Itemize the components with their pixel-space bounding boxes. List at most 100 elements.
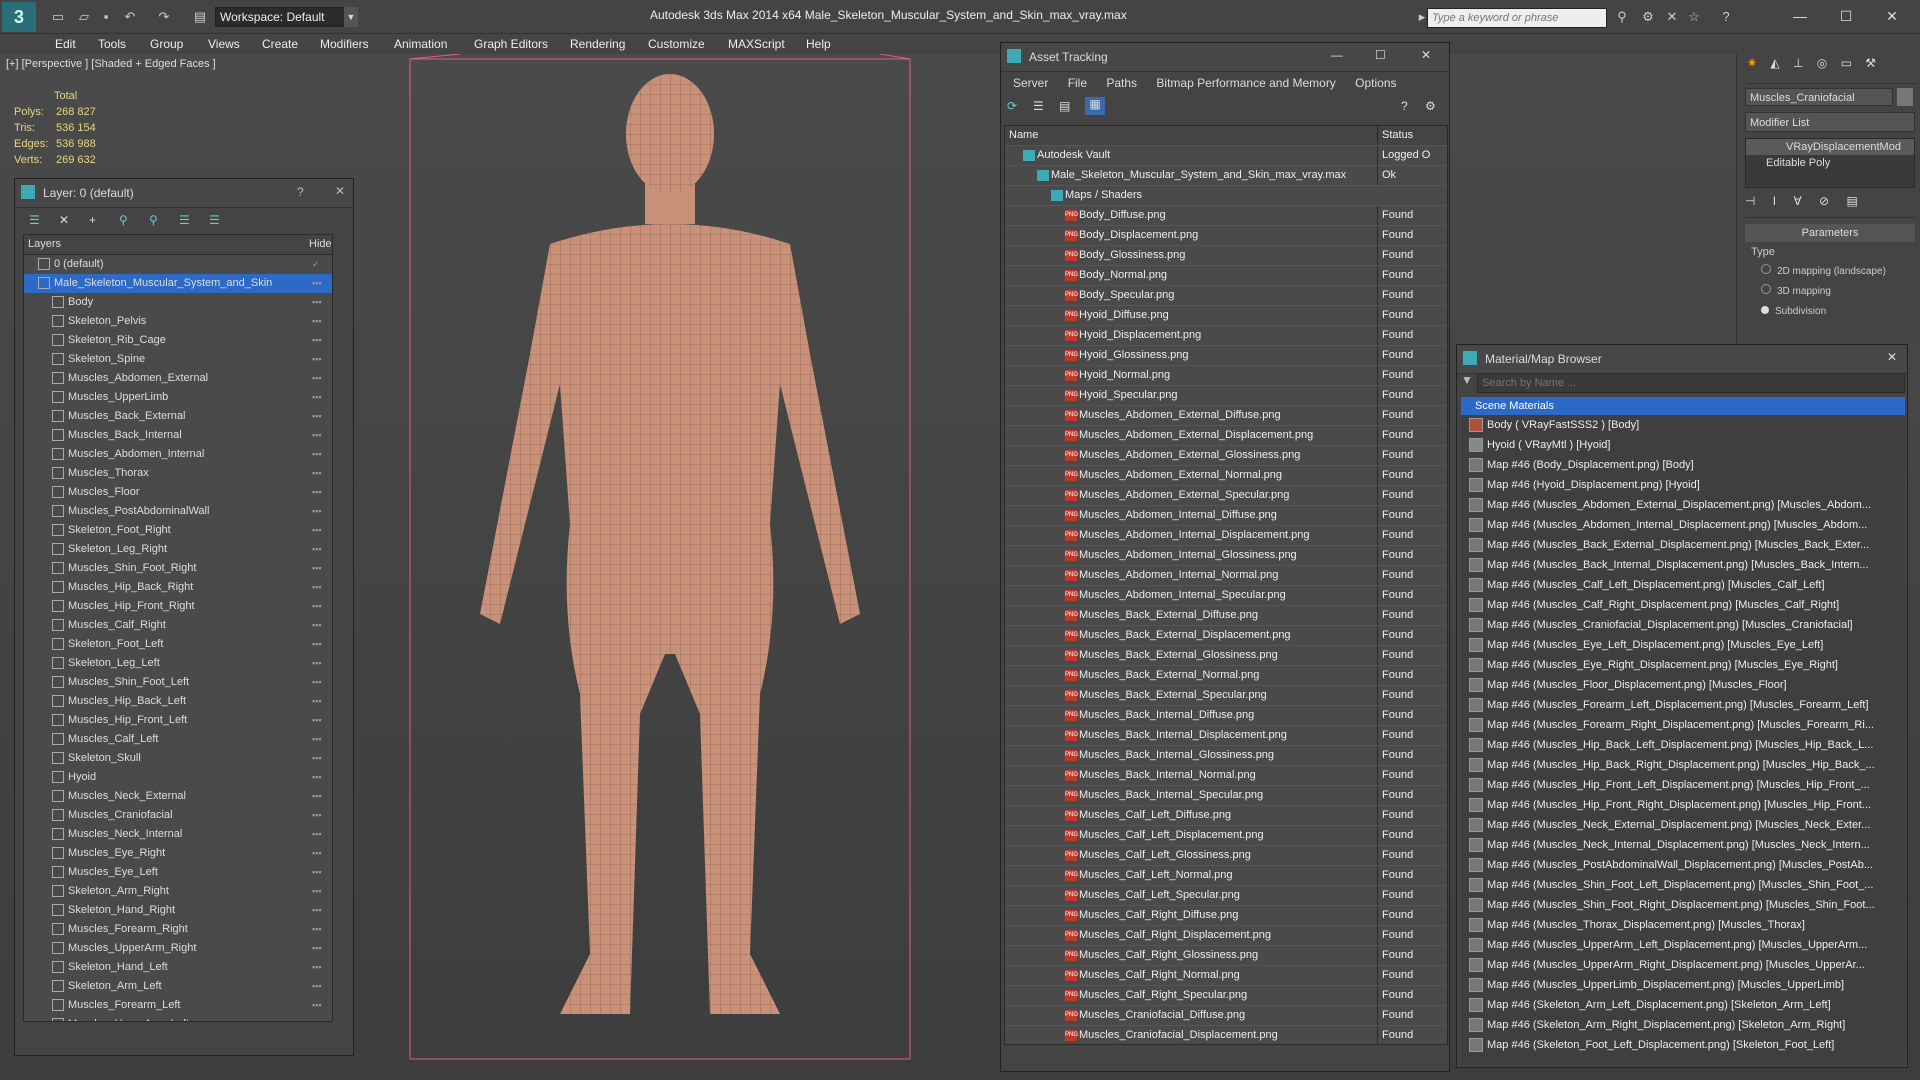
save-icon[interactable]: ▪ (98, 9, 114, 25)
pin-stack-icon[interactable]: ⊣ (1745, 194, 1755, 208)
hide-toggle-icon[interactable]: ▪▪▪ (312, 502, 322, 521)
asset-row[interactable]: PNGHyoid_Glossiness.png Found (1005, 346, 1447, 366)
asset-menu-server[interactable]: Server (1013, 76, 1048, 90)
material-item[interactable]: Map #46 (Muscles_PostAbdominalWall_Displ… (1461, 855, 1905, 875)
hide-toggle-icon[interactable]: ▪▪▪ (312, 464, 322, 483)
utilities-tab-icon[interactable]: ⚒ (1865, 56, 1876, 70)
material-item[interactable]: Map #46 (Muscles_Abdomen_External_Displa… (1461, 495, 1905, 515)
freeze-all-icon[interactable]: ☰ (209, 213, 220, 227)
hide-toggle-icon[interactable]: ▪▪▪ (312, 768, 322, 787)
material-item[interactable]: Map #46 (Muscles_Back_Internal_Displacem… (1461, 555, 1905, 575)
asset-row[interactable]: PNGBody_Glossiness.png Found (1005, 246, 1447, 266)
refresh-icon[interactable]: ⟳ (1007, 99, 1017, 113)
list-view-icon[interactable]: ☰ (1033, 99, 1044, 113)
material-item[interactable]: Map #46 (Muscles_Calf_Left_Displacement.… (1461, 575, 1905, 595)
material-item[interactable]: Map #46 (Muscles_Hip_Back_Right_Displace… (1461, 755, 1905, 775)
material-item[interactable]: Map #46 (Muscles_UpperArm_Left_Displacem… (1461, 935, 1905, 955)
hide-toggle-icon[interactable]: ▪▪▪ (312, 958, 322, 977)
object-name-field[interactable]: Muscles_Craniofacial (1745, 88, 1893, 106)
material-item[interactable]: Map #46 (Muscles_Floor_Displacement.png)… (1461, 675, 1905, 695)
open-file-icon[interactable]: ▱ (76, 9, 92, 25)
menu-customize[interactable]: Customize (648, 34, 705, 54)
asset-row[interactable]: PNGMuscles_Calf_Left_Specular.png Found (1005, 886, 1447, 906)
asset-row[interactable]: PNGMuscles_Back_External_Displacement.pn… (1005, 626, 1447, 646)
modifier-list-dropdown[interactable]: Modifier List (1745, 112, 1915, 132)
layer-row[interactable]: Muscles_Hip_Back_Left ▪▪▪ (24, 692, 332, 711)
asset-row[interactable]: PNGMuscles_Back_Internal_Glossiness.png F… (1005, 746, 1447, 766)
asset-row[interactable]: PNGMuscles_Back_External_Diffuse.png Foun… (1005, 606, 1447, 626)
layer-row[interactable]: Skeleton_Arm_Right ▪▪▪ (24, 882, 332, 901)
menu-edit[interactable]: Edit (55, 34, 76, 54)
asset-row[interactable]: PNGHyoid_Diffuse.png Found (1005, 306, 1447, 326)
material-item[interactable]: Map #46 (Muscles_Calf_Right_Displacement… (1461, 595, 1905, 615)
help-button[interactable]: ? (297, 185, 304, 199)
hide-toggle-icon[interactable]: ▪▪▪ (312, 616, 322, 635)
asset-row[interactable]: PNGMuscles_Back_Internal_Normal.png Found (1005, 766, 1447, 786)
menu-create[interactable]: Create (262, 34, 298, 54)
browser-options-icon[interactable]: ▼ (1461, 373, 1475, 391)
asset-row[interactable]: PNGMuscles_Abdomen_Internal_Normal.png Fo… (1005, 566, 1447, 586)
material-item[interactable]: Map #46 (Muscles_Shin_Foot_Right_Displac… (1461, 895, 1905, 915)
col-layers[interactable]: Layers (24, 238, 61, 250)
option-2d-mapping[interactable]: 2D mapping (landscape) (1761, 262, 1886, 282)
layer-row[interactable]: Skeleton_Spine ▪▪▪ (24, 350, 332, 369)
material-item[interactable]: Map #46 (Muscles_UpperArm_Right_Displace… (1461, 955, 1905, 975)
layer-row[interactable]: Muscles_Abdomen_External ▪▪▪ (24, 369, 332, 388)
remove-modifier-icon[interactable]: ⊘ (1819, 194, 1829, 208)
new-file-icon[interactable]: ▭ (50, 9, 66, 25)
delete-layer-icon[interactable]: ✕ (59, 213, 69, 227)
layer-row[interactable]: Muscles_Eye_Left ▪▪▪ (24, 863, 332, 882)
asset-row[interactable]: PNGHyoid_Normal.png Found (1005, 366, 1447, 386)
material-item[interactable]: Map #46 (Skeleton_Foot_Left_Displacement… (1461, 1035, 1905, 1055)
asset-close-icon[interactable]: ✕ (1421, 48, 1431, 62)
hide-toggle-icon[interactable]: ▪▪▪ (312, 692, 322, 711)
help-icon[interactable]: ? (1718, 9, 1734, 25)
asset-row[interactable]: PNGMuscles_Craniofacial_Diffuse.png Found (1005, 1006, 1447, 1026)
hide-toggle-icon[interactable]: ▪▪▪ (312, 540, 322, 559)
app-logo-icon[interactable]: 3 (2, 2, 36, 32)
menu-maxscript[interactable]: MAXScript (728, 34, 785, 54)
hide-toggle-icon[interactable]: ▪▪▪ (312, 521, 322, 540)
menu-rendering[interactable]: Rendering (570, 34, 625, 54)
asset-row[interactable]: Autodesk Vault Logged O (1005, 146, 1447, 166)
show-end-result-icon[interactable]: I (1773, 194, 1776, 208)
layer-row[interactable]: Body ▪▪▪ (24, 293, 332, 312)
layer-row[interactable]: Skeleton_Hand_Right ▪▪▪ (24, 901, 332, 920)
hide-toggle-icon[interactable]: ▪▪▪ (312, 407, 322, 426)
hide-toggle-icon[interactable]: ▪▪▪ (312, 882, 322, 901)
hide-toggle-icon[interactable]: ▪▪▪ (312, 996, 322, 1015)
material-item[interactable]: Map #46 (Muscles_Back_External_Displacem… (1461, 535, 1905, 555)
asset-menu-file[interactable]: File (1068, 76, 1087, 90)
stack-item-vray[interactable]: VRayDisplacementMod (1746, 139, 1914, 155)
asset-row[interactable]: PNGMuscles_Abdomen_External_Normal.png Fo… (1005, 466, 1447, 486)
hide-toggle-icon[interactable]: ▪▪▪ (312, 445, 322, 464)
minimize-button[interactable]: — (1780, 4, 1820, 28)
layer-row[interactable]: Skeleton_Leg_Left ▪▪▪ (24, 654, 332, 673)
layer-row[interactable]: Muscles_Forearm_Left ▪▪▪ (24, 996, 332, 1015)
hide-toggle-icon[interactable]: ▪▪▪ (312, 787, 322, 806)
material-item[interactable]: Map #46 (Muscles_Thorax_Displacement.png… (1461, 915, 1905, 935)
asset-row[interactable]: PNGMuscles_Abdomen_External_Displacement… (1005, 426, 1447, 446)
col-name[interactable]: Name (1009, 126, 1038, 145)
maximize-button[interactable]: ☐ (1826, 4, 1866, 28)
layer-row[interactable]: Skeleton_Arm_Left ▪▪▪ (24, 977, 332, 996)
hide-toggle-icon[interactable]: ▪▪▪ (312, 920, 322, 939)
material-item[interactable]: Map #46 (Muscles_Neck_Internal_Displacem… (1461, 835, 1905, 855)
asset-row[interactable]: PNGMuscles_Calf_Left_Glossiness.png Found (1005, 846, 1447, 866)
hide-all-icon[interactable]: ☰ (179, 213, 190, 227)
layer-close-icon[interactable]: ✕ (335, 184, 345, 198)
layer-row[interactable]: Skeleton_Skull ▪▪▪ (24, 749, 332, 768)
menu-tools[interactable]: Tools (98, 34, 126, 54)
hide-toggle-icon[interactable]: ▪▪▪ (312, 635, 322, 654)
material-item[interactable]: Map #46 (Skeleton_Arm_Right_Displacement… (1461, 1015, 1905, 1035)
asset-row[interactable]: PNGMuscles_Abdomen_External_Specular.png… (1005, 486, 1447, 506)
make-unique-icon[interactable]: ∀ (1793, 194, 1801, 208)
asset-row[interactable]: PNGBody_Displacement.png Found (1005, 226, 1447, 246)
material-item[interactable]: Map #46 (Muscles_Neck_External_Displacem… (1461, 815, 1905, 835)
asset-row[interactable]: PNGMuscles_Calf_Left_Diffuse.png Found (1005, 806, 1447, 826)
layer-row[interactable]: Muscles_Hip_Back_Right ▪▪▪ (24, 578, 332, 597)
new-layer-icon[interactable]: ☰ (29, 213, 40, 227)
hide-toggle-icon[interactable]: ▪▪▪ (312, 939, 322, 958)
asset-row[interactable]: PNGMuscles_Abdomen_External_Diffuse.png F… (1005, 406, 1447, 426)
asset-row[interactable]: PNGMuscles_Craniofacial_Displacement.png… (1005, 1026, 1447, 1044)
